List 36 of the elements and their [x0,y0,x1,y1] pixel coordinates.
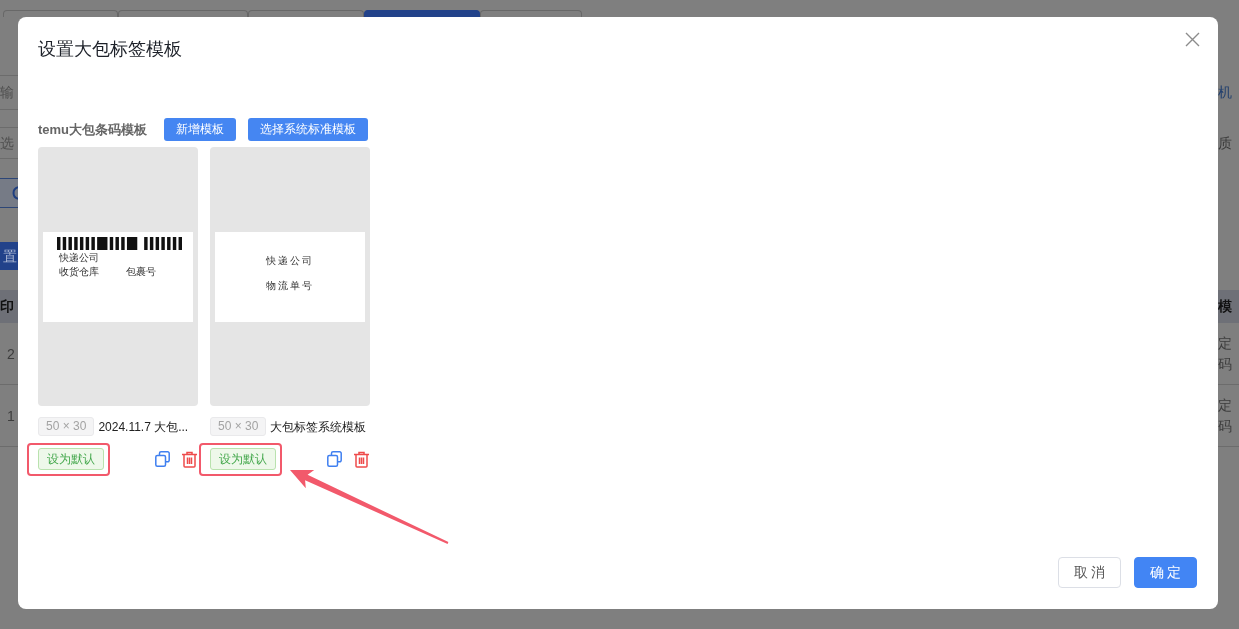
standard-template-button[interactable]: 选择系统标准模板 [248,118,369,141]
tab[interactable] [118,10,248,17]
label-text: 物流单号 [266,278,314,293]
label-text: 包裹号 [126,265,156,278]
close-icon[interactable] [1185,32,1200,47]
copy-icon[interactable] [327,451,342,467]
table-header: 模 [1218,290,1239,323]
label-text: 质 [1218,135,1232,151]
template-preview[interactable]: 快递公司 收货仓库 包裹号 [38,147,198,406]
template-preview[interactable]: 快递公司 物流单号 [210,147,370,406]
link[interactable]: 机 [1218,84,1232,100]
template-name: 2024.11.7 大包... [98,418,189,435]
copy-icon[interactable] [155,451,170,467]
size-tag: 50 × 30 [210,417,267,436]
tab[interactable] [3,10,118,17]
tab[interactable] [480,10,582,17]
trash-icon[interactable] [181,450,198,468]
set-default-button[interactable]: 设为默认 [210,448,276,470]
tab[interactable] [248,10,364,17]
trash-icon[interactable] [353,450,370,468]
table-cell: 定 码 [1218,385,1239,447]
table-cell: 定 码 [1218,323,1239,385]
size-tag: 50 × 30 [38,417,95,436]
action-button[interactable]: 置 [0,242,18,270]
dialog-title: 设置大包标签模板 [38,38,182,61]
section-title: temu大包条码模板 [38,120,148,139]
table-header: 印 [0,290,18,323]
add-template-button[interactable]: 新增模板 [164,118,237,141]
template-name: 大包标签系统模板 [270,418,367,435]
set-default-button[interactable]: 设为默认 [38,448,104,470]
cancel-button[interactable]: 取 消 [1058,557,1121,588]
icon-button[interactable] [0,178,18,208]
label-text: 快递公司 [58,251,99,264]
label-text: 收货仓库 [59,265,99,278]
label-text: 快递公司 [266,253,314,268]
confirm-button[interactable]: 确 定 [1134,557,1197,588]
